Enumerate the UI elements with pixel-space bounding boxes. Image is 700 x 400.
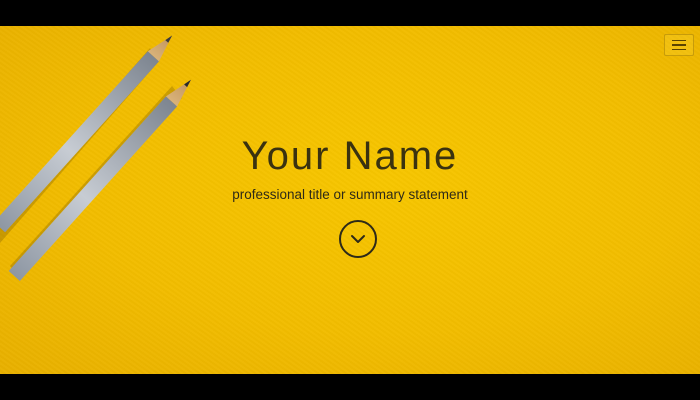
hero-name: Your Name (241, 134, 459, 178)
hero-section: Your Name professional title or summary … (0, 26, 700, 374)
hamburger-menu-icon (672, 39, 686, 42)
menu-button[interactable] (664, 34, 694, 56)
chevron-down-icon (351, 235, 365, 243)
hamburger-bar (672, 48, 686, 51)
letterbox-bottom (0, 374, 700, 400)
hero-content: Your Name professional title or summary … (0, 132, 700, 204)
hero-subtitle: professional title or summary statement (232, 187, 468, 202)
scroll-down-button[interactable] (339, 220, 377, 258)
letterbox-top (0, 0, 700, 26)
hamburger-bar (672, 44, 686, 46)
